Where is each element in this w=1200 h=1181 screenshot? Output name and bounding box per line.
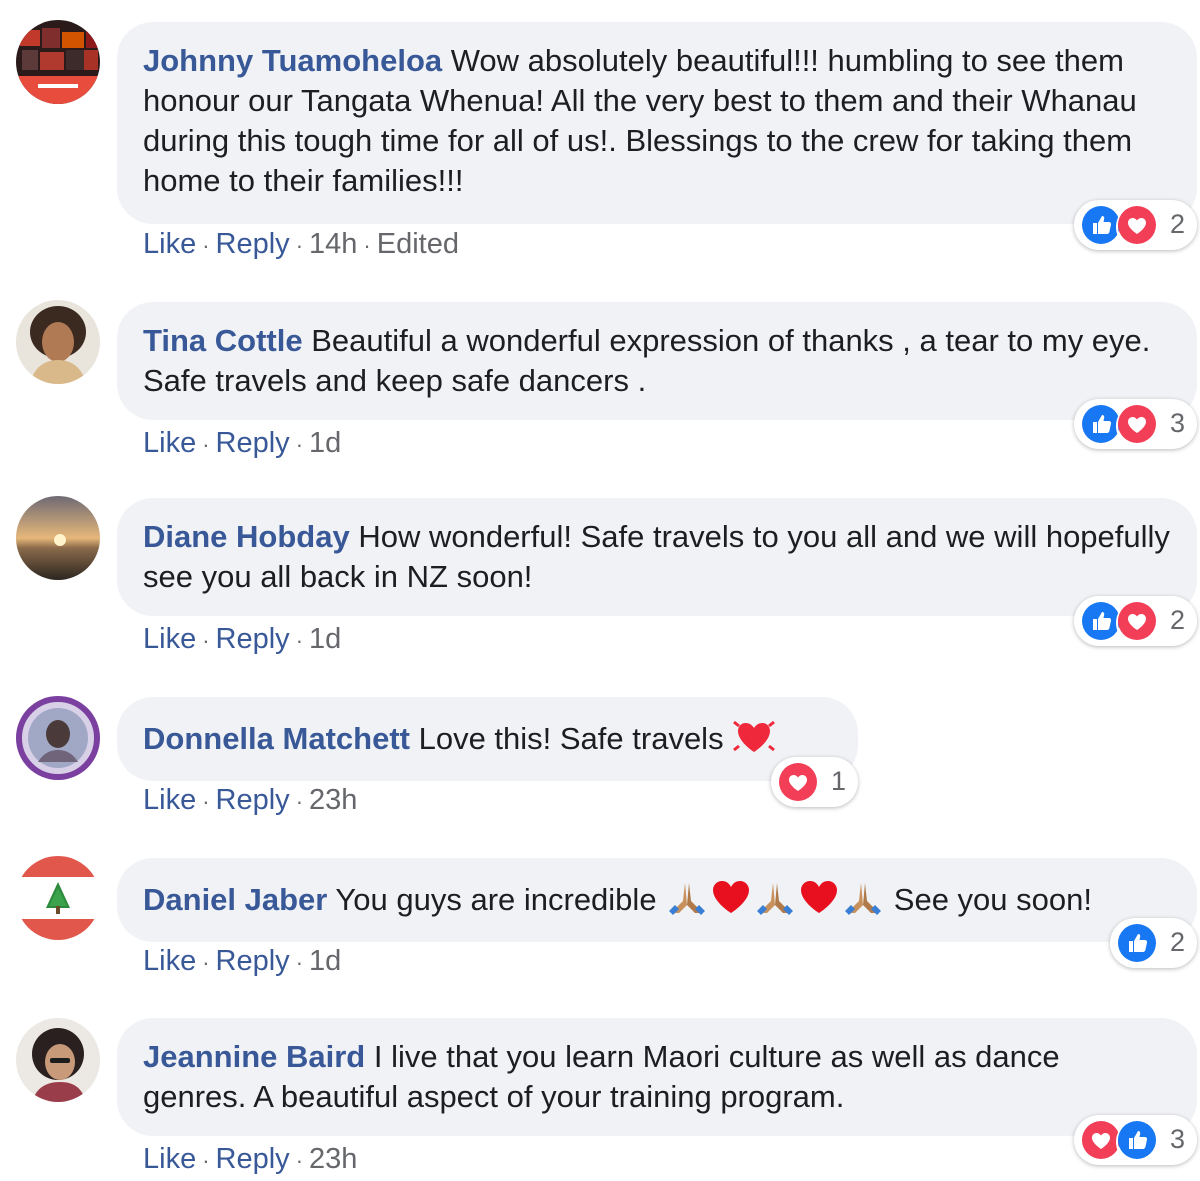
- like-button[interactable]: Like: [143, 427, 196, 459]
- love-icon: [777, 761, 823, 807]
- red-heart-emoji: [709, 877, 753, 927]
- commenter-name[interactable]: Daniel Jaber: [143, 882, 327, 917]
- reaction-count: 2: [1170, 209, 1186, 239]
- reactions-summary[interactable]: 2: [1110, 918, 1198, 968]
- like-button[interactable]: Like: [143, 228, 196, 260]
- timestamp[interactable]: 1d: [309, 427, 341, 459]
- reaction-count: 2: [1170, 605, 1186, 635]
- separator: ·: [202, 233, 210, 258]
- separator: ·: [295, 950, 304, 975]
- avatar[interactable]: [16, 300, 100, 384]
- reactions-summary[interactable]: 3: [1074, 399, 1198, 449]
- comment-actions: Like · Reply · 1d: [143, 427, 341, 460]
- reply-button[interactable]: Reply: [216, 427, 290, 459]
- comment-bubble: Diane Hobday How wonderful! Safe travels…: [117, 498, 1197, 616]
- separator: ·: [202, 1148, 210, 1173]
- comment-bubble: Donnella Matchett Love this! Safe travel…: [117, 697, 858, 781]
- heart-sparkle-emoji: [732, 716, 776, 766]
- comment-bubble: Daniel Jaber You guys are incredible See…: [117, 858, 1197, 942]
- comment-text: You guys are incredible: [327, 882, 666, 918]
- like-button[interactable]: Like: [143, 1143, 196, 1175]
- reactions-summary[interactable]: 2: [1074, 200, 1198, 250]
- reactions-summary[interactable]: 2: [1074, 596, 1198, 646]
- avatar[interactable]: [16, 20, 100, 104]
- separator: ·: [295, 1148, 304, 1173]
- comment-text: Love this! Safe travels: [409, 721, 733, 757]
- love-icon: [1116, 600, 1162, 646]
- comment-bubble: Jeannine Baird I live that you learn Mao…: [117, 1018, 1197, 1136]
- separator: ·: [295, 233, 304, 258]
- reply-button[interactable]: Reply: [216, 784, 290, 816]
- reply-button[interactable]: Reply: [216, 1143, 290, 1175]
- timestamp[interactable]: 23h: [309, 784, 357, 816]
- separator: ·: [295, 628, 304, 653]
- reaction-count: 3: [1170, 1124, 1186, 1154]
- edited-label[interactable]: Edited: [377, 228, 459, 260]
- comment-actions: Like · Reply · 1d: [143, 945, 341, 978]
- reaction-count: 1: [831, 766, 847, 796]
- reaction-count: 2: [1170, 927, 1186, 957]
- separator: ·: [295, 432, 304, 457]
- comment-actions: Like · Reply · 14h · Edited: [143, 228, 459, 261]
- love-icon: [1116, 204, 1162, 250]
- comment-text: See you soon!: [885, 882, 1092, 918]
- timestamp[interactable]: 14h: [309, 228, 357, 260]
- separator: ·: [202, 950, 210, 975]
- folded-hands-emoji: [753, 877, 797, 927]
- reactions-summary[interactable]: 1: [771, 757, 859, 807]
- separator: ·: [363, 233, 371, 258]
- reply-button[interactable]: Reply: [216, 945, 290, 977]
- like-icon: [1116, 1119, 1162, 1165]
- like-button[interactable]: Like: [143, 623, 196, 655]
- avatar[interactable]: [16, 856, 100, 940]
- comment-bubble: Johnny Tuamoheloa Wow absolutely beautif…: [117, 22, 1197, 224]
- comment-bubble: Tina Cottle Beautiful a wonderful expres…: [117, 302, 1197, 420]
- comment-actions: Like · Reply · 23h: [143, 1143, 357, 1176]
- avatar[interactable]: [16, 1018, 100, 1102]
- timestamp[interactable]: 23h: [309, 1143, 357, 1175]
- commenter-name[interactable]: Tina Cottle: [143, 323, 303, 358]
- comment-actions: Like · Reply · 23h: [143, 784, 357, 817]
- commenter-name[interactable]: Donnella Matchett: [143, 721, 410, 756]
- folded-hands-emoji: [841, 877, 885, 927]
- commenter-name[interactable]: Jeannine Baird: [143, 1039, 365, 1074]
- reactions-summary[interactable]: 3: [1074, 1115, 1198, 1165]
- reaction-count: 3: [1170, 408, 1186, 438]
- commenter-name[interactable]: Diane Hobday: [143, 519, 350, 554]
- avatar[interactable]: [16, 696, 100, 780]
- comment-actions: Like · Reply · 1d: [143, 623, 341, 656]
- like-button[interactable]: Like: [143, 945, 196, 977]
- separator: ·: [202, 789, 210, 814]
- reply-button[interactable]: Reply: [216, 228, 290, 260]
- folded-hands-emoji: [665, 877, 709, 927]
- red-heart-emoji: [797, 877, 841, 927]
- like-button[interactable]: Like: [143, 784, 196, 816]
- commenter-name[interactable]: Johnny Tuamoheloa: [143, 43, 442, 78]
- reply-button[interactable]: Reply: [216, 623, 290, 655]
- avatar[interactable]: [16, 496, 100, 580]
- separator: ·: [202, 432, 210, 457]
- like-icon: [1116, 922, 1162, 968]
- timestamp[interactable]: 1d: [309, 945, 341, 977]
- timestamp[interactable]: 1d: [309, 623, 341, 655]
- separator: ·: [295, 789, 304, 814]
- separator: ·: [202, 628, 210, 653]
- love-icon: [1116, 403, 1162, 449]
